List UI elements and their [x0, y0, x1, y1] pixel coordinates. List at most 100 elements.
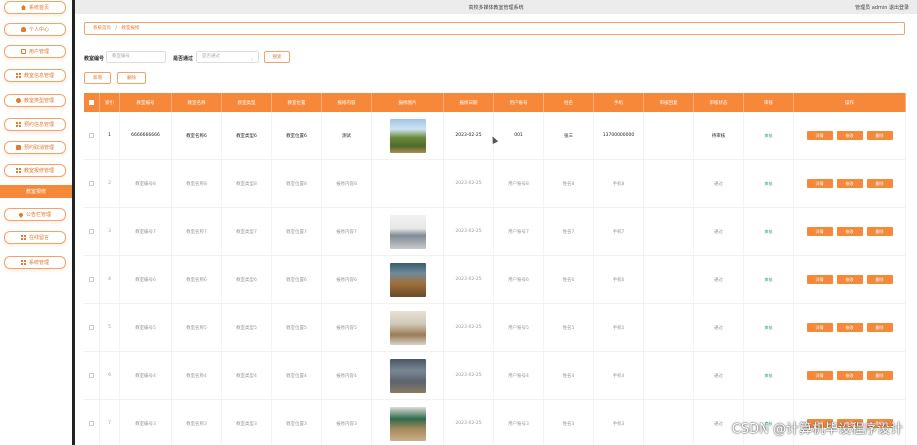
sidebar-item-label: 教室报修	[25, 189, 46, 195]
delete-button[interactable]: 删除	[866, 275, 893, 284]
edit-button[interactable]: 修改	[836, 179, 863, 188]
repair-image[interactable]	[389, 406, 426, 441]
row-checkbox[interactable]	[89, 229, 94, 234]
select-all-checkbox[interactable]	[89, 100, 94, 105]
repair-image-cell	[372, 160, 444, 207]
repair-image[interactable]	[389, 310, 426, 345]
row-checkbox-cell[interactable]	[84, 256, 100, 303]
cell-phone: 手机7	[594, 208, 644, 255]
review-link[interactable]: 审核	[744, 112, 794, 159]
select-all-checkbox-cell[interactable]	[84, 93, 100, 112]
breadcrumb-separator: /	[115, 26, 117, 31]
edit-button[interactable]: 修改	[836, 323, 863, 332]
cell-phone: 手机6	[594, 256, 644, 303]
sidebar-item-1[interactable]: 个人中心	[4, 23, 66, 36]
column-header: 手机	[594, 93, 644, 112]
batch-delete-button[interactable]: 删除	[117, 72, 146, 84]
repair-image[interactable]	[389, 118, 426, 153]
row-checkbox[interactable]	[89, 277, 94, 282]
edit-button[interactable]: 修改	[836, 131, 863, 140]
cell-code: 教室编号6	[120, 256, 172, 303]
detail-button[interactable]: 详情	[806, 131, 833, 140]
row-checkbox-cell[interactable]	[84, 400, 100, 445]
detail-button[interactable]: 详情	[806, 179, 833, 188]
cell-location: 教室位置3	[272, 400, 322, 445]
breadcrumb-current: 教室报修	[121, 26, 140, 31]
review-link[interactable]: 审核	[744, 208, 794, 255]
cell-phone: 13700000000	[594, 112, 644, 159]
review-link[interactable]: 审核	[744, 160, 794, 207]
search-button[interactable]: 搜索	[264, 51, 290, 63]
sidebar-item-9[interactable]: 公告栏管理	[4, 208, 66, 221]
cell-name: 教室名称7	[172, 208, 222, 255]
repair-image[interactable]	[389, 262, 426, 297]
sidebar-item-3[interactable]: 教室信息管理	[4, 69, 66, 82]
row-checkbox-cell[interactable]	[84, 352, 100, 399]
sidebar-item-5[interactable]: 预约信息管理	[4, 118, 66, 131]
sidebar-item-label: 系统首页	[28, 5, 49, 11]
cell-code: 教室编号4	[120, 352, 172, 399]
cell-date: 2023-02-25	[444, 256, 494, 303]
row-checkbox[interactable]	[89, 325, 94, 330]
sidebar-item-11[interactable]: 系统管理	[4, 256, 66, 269]
approved-select-value: 是否通过	[202, 54, 220, 59]
cell-code: 教室编号8	[120, 160, 172, 207]
row-checkbox-cell[interactable]	[84, 304, 100, 351]
breadcrumb-home[interactable]: 系统首页	[93, 26, 111, 31]
sidebar-item-4[interactable]: 教室类型管理	[4, 94, 66, 107]
sidebar-item-8[interactable]: 教室报修	[0, 185, 72, 198]
edit-button[interactable]: 修改	[836, 371, 863, 380]
sidebar-item-label: 教室类型管理	[23, 98, 54, 104]
message-icon	[20, 49, 26, 54]
room-code-input[interactable]: 教室编号	[106, 51, 166, 63]
chevron-down-icon: ⌄	[250, 56, 254, 61]
grid-icon	[15, 73, 21, 78]
row-checkbox-cell[interactable]	[84, 208, 100, 255]
delete-button[interactable]: 删除	[866, 227, 893, 236]
delete-button[interactable]: 删除	[866, 179, 893, 188]
row-actions: 详情 修改 删除	[794, 208, 906, 255]
watermark: CSDN @计算机毕设程序设计	[731, 422, 903, 437]
row-checkbox-cell[interactable]	[84, 160, 100, 207]
sidebar-item-2[interactable]: 用户管理	[4, 45, 66, 58]
cell-review_status: 通过	[694, 352, 744, 399]
repair-image[interactable]	[389, 358, 426, 393]
delete-button[interactable]: 删除	[866, 323, 893, 332]
edit-button[interactable]: 修改	[836, 275, 863, 284]
cell-type: 教室类型7	[222, 208, 272, 255]
sidebar-item-10[interactable]: 在线留言	[4, 231, 66, 244]
sidebar-item-6[interactable]: 预约取消管理	[4, 141, 66, 154]
sidebar-item-7[interactable]: 教室报修管理	[4, 164, 66, 177]
sidebar-item-0[interactable]: 系统首页	[4, 1, 66, 14]
edit-button[interactable]: 修改	[836, 227, 863, 236]
approved-select[interactable]: 是否通过 ⌄	[196, 51, 259, 63]
detail-button[interactable]: 详情	[806, 275, 833, 284]
cell-location: 教室位置6	[272, 112, 322, 159]
row-checkbox[interactable]	[89, 373, 94, 378]
review-link[interactable]: 审核	[744, 352, 794, 399]
cell-reply	[644, 352, 694, 399]
detail-button[interactable]: 详情	[806, 227, 833, 236]
cell-name: 教室名称6	[172, 112, 222, 159]
cell-content: 测试	[322, 112, 372, 159]
cell-name: 教室名称3	[172, 400, 222, 445]
delete-button[interactable]: 删除	[866, 371, 893, 380]
repair-image[interactable]	[389, 214, 426, 249]
cell-review_status: 通过	[694, 160, 744, 207]
row-checkbox[interactable]	[89, 181, 94, 186]
divider	[72, 0, 75, 445]
review-link[interactable]: 审核	[744, 304, 794, 351]
detail-button[interactable]: 详情	[806, 323, 833, 332]
cell-type: 教室类型6	[222, 256, 272, 303]
add-button[interactable]: 新增	[84, 72, 111, 84]
user-info[interactable]: 管理员 admin 退出登录	[855, 4, 909, 11]
delete-button[interactable]: 删除	[866, 131, 893, 140]
detail-button[interactable]: 详情	[806, 371, 833, 380]
row-checkbox[interactable]	[89, 133, 94, 138]
row-checkbox[interactable]	[89, 421, 94, 426]
sidebar-item-label: 预约取消管理	[23, 145, 54, 151]
row-checkbox-cell[interactable]	[84, 112, 100, 159]
review-link[interactable]: 审核	[744, 256, 794, 303]
grid-icon	[20, 260, 26, 265]
cell-content: 报修内容4	[322, 352, 372, 399]
